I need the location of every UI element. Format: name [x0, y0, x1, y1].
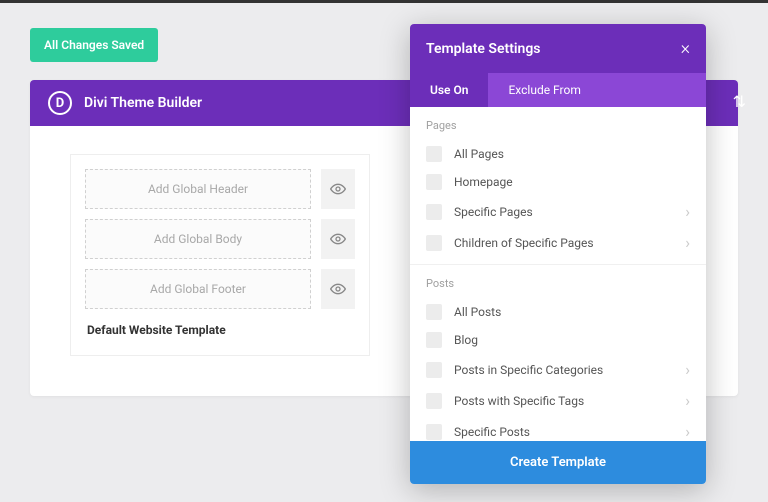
option-all-posts[interactable]: All Posts [426, 298, 690, 326]
eye-icon [330, 231, 346, 247]
visibility-toggle-header[interactable] [321, 169, 355, 209]
section-title-posts: Posts [426, 277, 690, 290]
chevron-right-icon: › [685, 422, 690, 441]
option-label: Children of Specific Pages [454, 236, 685, 250]
slot-row-footer: Add Global Footer [85, 269, 355, 309]
visibility-toggle-footer[interactable] [321, 269, 355, 309]
divi-logo-icon: D [48, 91, 72, 115]
option-label: Blog [454, 333, 690, 347]
option-specific-pages[interactable]: Specific Pages › [426, 196, 690, 227]
checkbox[interactable] [426, 174, 442, 190]
option-label: All Posts [454, 305, 690, 319]
eye-icon [330, 181, 346, 197]
option-label: Specific Pages [454, 205, 685, 219]
checkbox[interactable] [426, 332, 442, 348]
slot-row-body: Add Global Body [85, 219, 355, 259]
create-template-button[interactable]: Create Template [410, 441, 706, 484]
checkbox[interactable] [426, 362, 442, 378]
modal-title: Template Settings [426, 41, 541, 57]
slot-row-header: Add Global Header [85, 169, 355, 209]
add-global-header-slot[interactable]: Add Global Header [85, 169, 311, 209]
chevron-right-icon: › [685, 391, 690, 410]
option-homepage[interactable]: Homepage [426, 168, 690, 196]
tab-use-on[interactable]: Use On [410, 73, 488, 107]
default-template-card: Add Global Header Add Global Body Add Gl… [70, 154, 370, 356]
section-pages: Pages All Pages Homepage Specific Pages … [410, 107, 706, 265]
option-posts-categories[interactable]: Posts in Specific Categories › [426, 354, 690, 385]
app-topbar [0, 0, 768, 3]
modal-header: Template Settings × [410, 24, 706, 73]
tab-exclude-from[interactable]: Exclude From [488, 73, 600, 107]
checkbox[interactable] [426, 393, 442, 409]
add-global-footer-slot[interactable]: Add Global Footer [85, 269, 311, 309]
option-specific-posts[interactable]: Specific Posts › [426, 416, 690, 441]
option-posts-tags[interactable]: Posts with Specific Tags › [426, 385, 690, 416]
theme-builder-title: Divi Theme Builder [84, 95, 202, 111]
visibility-toggle-body[interactable] [321, 219, 355, 259]
checkbox[interactable] [426, 235, 442, 251]
add-global-body-slot[interactable]: Add Global Body [85, 219, 311, 259]
checkbox[interactable] [426, 424, 442, 440]
modal-tabs: Use On Exclude From [410, 73, 706, 107]
modal-body[interactable]: Pages All Pages Homepage Specific Pages … [410, 107, 706, 441]
swap-icon[interactable]: ⇅ [733, 92, 746, 111]
default-template-label: Default Website Template [85, 319, 355, 341]
section-posts: Posts All Posts Blog Posts in Specific C… [410, 265, 706, 441]
chevron-right-icon: › [685, 360, 690, 379]
chevron-right-icon: › [685, 202, 690, 221]
chevron-right-icon: › [685, 233, 690, 252]
option-children-specific-pages[interactable]: Children of Specific Pages › [426, 227, 690, 258]
option-label: All Pages [454, 147, 690, 161]
checkbox[interactable] [426, 204, 442, 220]
template-settings-modal: Template Settings × Use On Exclude From … [410, 24, 706, 484]
checkbox[interactable] [426, 146, 442, 162]
option-blog[interactable]: Blog [426, 326, 690, 354]
save-changes-button[interactable]: All Changes Saved [30, 28, 158, 62]
option-label: Specific Posts [454, 425, 685, 439]
option-label: Posts in Specific Categories [454, 363, 685, 377]
option-label: Posts with Specific Tags [454, 394, 685, 408]
close-icon[interactable]: × [681, 38, 690, 59]
option-label: Homepage [454, 175, 690, 189]
checkbox[interactable] [426, 304, 442, 320]
section-title-pages: Pages [426, 119, 690, 132]
option-all-pages[interactable]: All Pages [426, 140, 690, 168]
eye-icon [330, 281, 346, 297]
